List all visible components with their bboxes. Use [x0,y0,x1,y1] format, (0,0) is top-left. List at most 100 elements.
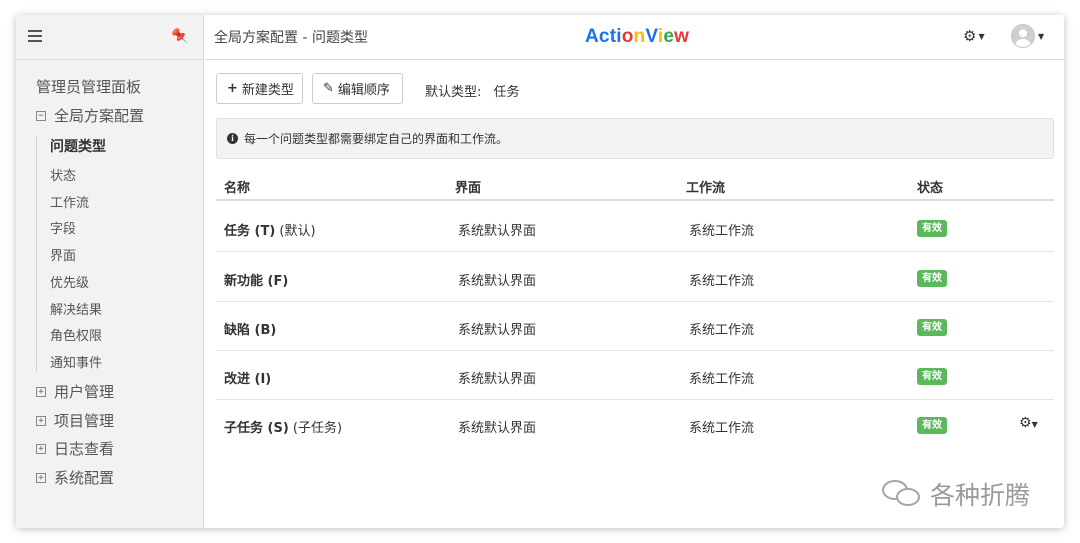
row-workflow: 系统工作流 [689,274,755,289]
default-type-value: 任务 [493,85,520,100]
caret-down-icon: ▼ [1031,420,1038,429]
column-header-workflow: 工作流 [686,181,726,196]
watermark-text: 各种折腾 [930,481,1031,510]
sidebar-item-priority[interactable]: 优先级 [50,272,89,291]
sidebar: 📌 管理员管理面板 − 全局方案配置 问题类型 状态 工作流 字段 界面 优先级… [16,15,204,528]
row-screen: 系统默认界面 [458,372,537,387]
column-header-screen: 界面 [455,181,482,196]
info-icon: i [227,133,238,144]
sidebar-group-global-scheme[interactable]: − 全局方案配置 [36,105,144,126]
sidebar-group-label: 用户管理 [54,383,115,401]
column-header-name: 名称 [224,181,251,196]
sidebar-group-label: 全局方案配置 [54,107,145,125]
table-header: 名称 界面 工作流 状态 [216,177,1054,201]
alert-text: 每一个问题类型都需要绑定自己的界面和工作流。 [244,132,509,146]
gear-icon: ⚙ [1019,415,1032,431]
logo-letter: w [674,26,690,47]
sidebar-item-role-permissions[interactable]: 角色权限 [50,325,102,344]
user-menu-dropdown[interactable]: ▼ [1011,24,1044,48]
issue-type-suffix: (子任务) [288,421,343,436]
sidebar-admin-title[interactable]: 管理员管理面板 [36,76,141,97]
issue-type-name: 缺陷 (B) [224,323,277,338]
row-screen: 系统默认界面 [458,224,537,239]
row-name[interactable]: 任务 (T) (默认) [224,220,316,239]
row-actions-dropdown[interactable]: ⚙▼ [1019,415,1038,431]
logo-letter: V [645,26,658,47]
table-row[interactable]: 缺陷 (B) 系统默认界面 系统工作流 有效 [216,302,1054,351]
row-name[interactable]: 缺陷 (B) [224,319,276,338]
default-type-label: 默认类型: [425,85,482,100]
logo-letter: n [633,26,646,47]
status-badge: 有效 [917,319,947,336]
sidebar-group-label: 日志查看 [54,440,115,458]
sidebar-group-user-management[interactable]: + 用户管理 [36,381,114,402]
sidebar-header: 📌 [16,15,203,60]
app-window: 📌 管理员管理面板 − 全局方案配置 问题类型 状态 工作流 字段 界面 优先级… [16,15,1064,528]
sidebar-item-status[interactable]: 状态 [50,165,76,184]
logo-letter: e [663,26,675,47]
settings-dropdown[interactable]: ⚙ ▼ [963,27,985,45]
edit-order-button[interactable]: ✎ 编辑顺序 [312,73,403,104]
logo-letter: c [598,26,610,47]
sidebar-item-issue-types[interactable]: 问题类型 [50,136,106,156]
actionview-logo[interactable]: ActionView [585,26,689,48]
expand-icon: + [36,443,46,454]
sidebar-group-label: 系统配置 [54,469,115,487]
new-type-label: 新建类型 [241,83,294,98]
breadcrumb: 全局方案配置 - 问题类型 [214,30,368,46]
gear-icon: ⚙ [963,27,977,45]
row-workflow: 系统工作流 [689,323,755,338]
row-workflow: 系统工作流 [689,224,755,239]
column-header-status: 状态 [917,181,944,196]
logo-letter: o [621,26,634,47]
menu-toggle-icon[interactable] [28,30,42,42]
row-screen: 系统默认界面 [458,323,537,338]
issue-type-name: 子任务 (S) [224,421,289,436]
sidebar-item-fields[interactable]: 字段 [50,218,76,237]
expand-icon: + [36,386,46,397]
edit-icon: ✎ [323,81,334,96]
new-type-button[interactable]: + 新建类型 [216,73,303,104]
status-badge: 有效 [917,368,947,385]
wechat-icon [880,478,924,510]
status-badge: 有效 [917,270,947,287]
expand-icon: + [36,415,46,426]
sidebar-item-notification-events[interactable]: 通知事件 [50,352,102,371]
status-badge: 有效 [917,220,947,237]
sidebar-sublist-line [36,136,37,372]
row-workflow: 系统工作流 [689,372,755,387]
avatar [1011,24,1035,48]
sidebar-group-system-config[interactable]: + 系统配置 [36,467,114,488]
sidebar-group-label: 项目管理 [54,412,115,430]
caret-down-icon: ▼ [1038,31,1045,41]
edit-order-label: 编辑顺序 [337,83,390,98]
table-row[interactable]: 任务 (T) (默认) 系统默认界面 系统工作流 有效 [216,203,1054,252]
row-name[interactable]: 子任务 (S) (子任务) [224,417,342,436]
caret-down-icon: ▼ [978,32,985,41]
issue-type-suffix: (默认) [275,224,316,239]
watermark: 各种折腾 [880,476,1030,512]
row-name[interactable]: 新功能 (F) [224,270,288,289]
issue-type-name: 任务 (T) [224,224,276,239]
plus-icon: + [227,81,238,96]
row-name[interactable]: 改进 (I) [224,368,271,387]
sidebar-item-screens[interactable]: 界面 [50,245,76,264]
sidebar-group-log-view[interactable]: + 日志查看 [36,438,114,459]
sidebar-item-workflow[interactable]: 工作流 [50,192,89,211]
table-row[interactable]: 改进 (I) 系统默认界面 系统工作流 有效 [216,351,1054,400]
pin-icon[interactable]: 📌 [173,27,189,44]
sidebar-group-project-management[interactable]: + 项目管理 [36,410,114,431]
table-row[interactable]: 子任务 (S) (子任务) 系统默认界面 系统工作流 有效 ⚙▼ [216,400,1054,449]
row-screen: 系统默认界面 [458,274,537,289]
table-row[interactable]: 新功能 (F) 系统默认界面 系统工作流 有效 [216,253,1054,302]
logo-letter: A [585,26,599,47]
sidebar-item-resolution[interactable]: 解决结果 [50,299,102,318]
row-screen: 系统默认界面 [458,421,537,436]
issue-type-name: 新功能 (F) [224,274,289,289]
info-alert: i 每一个问题类型都需要绑定自己的界面和工作流。 [216,118,1054,159]
row-workflow: 系统工作流 [689,421,755,436]
status-badge: 有效 [917,417,947,434]
top-bar: 全局方案配置 - 问题类型 ActionView ⚙ ▼ ▼ [205,15,1064,60]
default-type: 默认类型: 任务 [425,81,520,100]
expand-icon: + [36,472,46,483]
